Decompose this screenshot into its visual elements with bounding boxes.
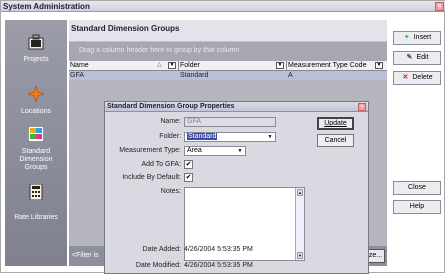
add-to-gfa-checkbox[interactable]: ✔ xyxy=(184,160,193,169)
insert-button[interactable]: + Insert xyxy=(393,31,441,45)
delete-x-icon: ✕ xyxy=(402,74,409,81)
cancel-button[interactable]: Cancel xyxy=(317,134,354,147)
close-button[interactable]: Close xyxy=(393,181,441,195)
name-label: Name: xyxy=(160,118,181,125)
help-button[interactable]: Help xyxy=(393,200,441,214)
filter-dropdown-icon[interactable]: ▼ xyxy=(375,62,383,69)
group-by-area[interactable]: Drag a column header here to group by th… xyxy=(69,42,387,61)
folder-selected-value: Standard xyxy=(187,133,218,140)
column-header-label: Measurement Type Code xyxy=(288,62,367,69)
sort-ascending-icon: △ xyxy=(157,62,162,68)
dimension-groups-icon[interactable] xyxy=(28,126,44,142)
delete-button-label: Delete xyxy=(412,74,433,81)
dialog-title: Standard Dimension Group Properties xyxy=(107,103,235,110)
notes-scrollbar[interactable]: ▲ ▼ xyxy=(295,188,304,260)
cell-folder: Standard xyxy=(180,72,209,79)
plus-icon: + xyxy=(404,34,409,41)
briefcase-icon[interactable] xyxy=(28,34,44,50)
nav-item-standard-dimension-groups[interactable]: Standard Dimension Groups xyxy=(5,148,67,172)
window-titlebar: System Administration × xyxy=(1,1,445,12)
table-row[interactable]: GFA Standard A xyxy=(69,71,387,80)
column-header-folder[interactable]: Folder ▼ xyxy=(179,61,287,71)
cell-name: GFA xyxy=(70,72,85,79)
left-navigation: Projects Locations Standard Dimension Gr… xyxy=(5,20,67,266)
scroll-up-icon[interactable]: ▲ xyxy=(297,189,303,196)
wrench-icon: ✎ xyxy=(406,54,413,61)
nav-label-line: Standard xyxy=(21,148,51,155)
chevron-down-icon: ▼ xyxy=(237,148,243,154)
nav-item-projects[interactable]: Projects xyxy=(5,56,67,64)
dialog-close-icon[interactable]: × xyxy=(358,103,366,111)
filter-dropdown-icon[interactable]: ▼ xyxy=(276,62,284,69)
system-admin-window: System Administration × Projects Locatio… xyxy=(0,0,445,274)
column-header-label: Name xyxy=(70,62,89,69)
measurement-type-select[interactable]: Area ▼ xyxy=(184,146,246,156)
nav-label-line: Dimension xyxy=(19,156,53,163)
panel-title: Standard Dimension Groups xyxy=(71,24,180,33)
insert-button-label: Insert xyxy=(413,34,432,41)
date-modified-label: Date Modified: xyxy=(135,262,181,269)
date-added-value: 4/26/2004 5:53:35 PM xyxy=(184,246,253,253)
nav-item-rate-libraries[interactable]: Rate Libraries xyxy=(5,214,67,222)
window-close-icon[interactable]: × xyxy=(435,2,444,11)
measurement-type-value: Area xyxy=(187,147,202,154)
filter-status-text: <Filter is xyxy=(72,252,99,259)
include-by-default-checkbox[interactable]: ✔ xyxy=(184,173,193,182)
update-button-label: Update xyxy=(324,120,347,127)
date-added-label: Date Added: xyxy=(142,246,181,253)
folder-label: Folder: xyxy=(159,133,181,140)
edit-button-label: Edit xyxy=(416,54,429,61)
cell-measurement-type-code: A xyxy=(288,72,293,79)
window-title: System Administration xyxy=(3,2,90,11)
include-by-default-label: Include By Default: xyxy=(122,174,181,181)
column-header-name[interactable]: Name △ ▼ xyxy=(69,61,179,71)
nav-item-locations[interactable]: Locations xyxy=(5,108,67,116)
column-header-label: Folder xyxy=(180,62,200,69)
dialog-titlebar: Standard Dimension Group Properties × xyxy=(105,102,368,112)
filter-dropdown-icon[interactable]: ▼ xyxy=(168,62,176,69)
delete-button[interactable]: ✕ Delete xyxy=(393,71,441,85)
notes-label: Notes: xyxy=(160,188,181,195)
measurement-type-label: Measurement Type: xyxy=(119,147,181,154)
grid-header: Name △ ▼ Folder ▼ Measurement Type Code … xyxy=(69,61,387,71)
properties-dialog: Standard Dimension Group Properties × Na… xyxy=(104,101,369,274)
rate-library-icon[interactable] xyxy=(28,184,44,200)
add-to-gfa-label: Add To GFA: xyxy=(141,161,181,168)
compass-icon[interactable] xyxy=(28,86,44,102)
panel-header: Standard Dimension Groups xyxy=(69,20,387,42)
name-field[interactable]: GFA xyxy=(184,117,276,127)
chevron-down-icon: ▼ xyxy=(267,134,273,140)
folder-select[interactable]: Standard ▼ xyxy=(184,132,276,142)
column-header-measurement-type-code[interactable]: Measurement Type Code ▼ xyxy=(287,61,387,71)
update-button[interactable]: Update xyxy=(317,117,354,130)
date-modified-value: 4/26/2004 5:53:35 PM xyxy=(184,262,253,269)
edit-button[interactable]: ✎ Edit xyxy=(393,51,441,65)
group-by-hint: Drag a column header here to group by th… xyxy=(79,47,240,54)
nav-label-line: Groups xyxy=(24,164,48,171)
scroll-down-icon[interactable]: ▼ xyxy=(297,252,303,259)
